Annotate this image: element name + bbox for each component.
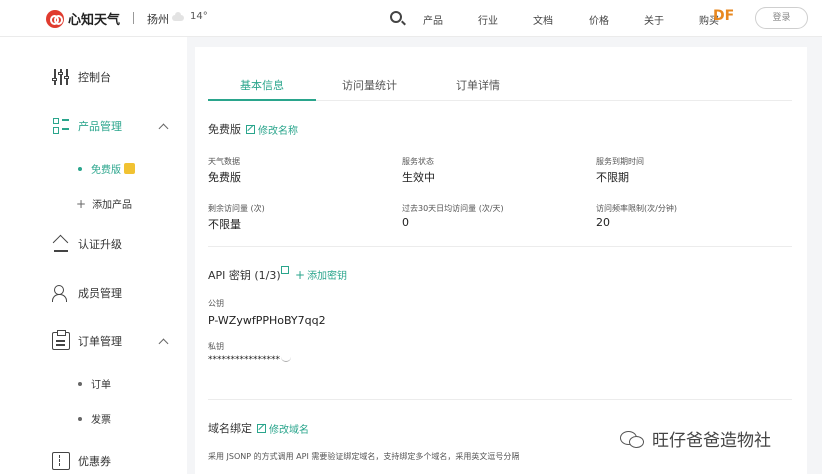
- login-button[interactable]: 登录: [755, 7, 808, 29]
- watermark-text: 旺仔爸爸造物社: [652, 431, 771, 451]
- chevron-up-icon[interactable]: [158, 338, 169, 349]
- bullet-dot: [78, 381, 82, 386]
- bullet-dot: [78, 416, 82, 421]
- sidebar-item-label: 成员管理: [78, 287, 122, 300]
- avg-daily-visits-label: 过去30天日均访问量 (次/天): [402, 204, 504, 213]
- active-tab-indicator: [208, 99, 316, 101]
- sidebar-item-member-management[interactable]: 成员管理: [52, 284, 122, 302]
- nav-products[interactable]: 产品: [423, 12, 443, 27]
- nav-docs[interactable]: 文档: [533, 12, 553, 27]
- private-key-value[interactable]: ****************: [208, 355, 280, 365]
- plus-icon: +: [295, 267, 306, 282]
- add-key-label: 添加密钥: [307, 271, 348, 282]
- section-divider: [208, 399, 792, 400]
- external-link-icon[interactable]: [281, 266, 289, 274]
- sidebar: 控制台 产品管理 免费版 + 添加产品 认证升级 成员管理 订单管理 订单 发票…: [0, 37, 187, 474]
- domain-binding-title: 域名绑定: [208, 422, 252, 435]
- sidebar-item-label: 优惠券: [78, 455, 111, 468]
- nav-pricing[interactable]: 价格: [589, 12, 609, 27]
- sidebar-item-free-plan[interactable]: 免费版: [78, 161, 135, 176]
- expiry-value: 不限期: [596, 171, 629, 184]
- public-key-label: 公钥: [208, 299, 224, 308]
- remaining-visits-label: 剩余访问量 (次): [208, 204, 265, 213]
- sidebar-item-label: 免费版: [91, 165, 121, 176]
- sidebar-item-label: 发票: [91, 415, 111, 426]
- edit-domain-link[interactable]: 修改域名: [257, 421, 309, 436]
- avg-daily-visits-value: 0: [402, 216, 409, 229]
- sidebar-item-product-management[interactable]: 产品管理: [52, 117, 122, 135]
- rename-link[interactable]: 修改名称: [246, 122, 298, 137]
- cloud-icon: [172, 12, 184, 21]
- city-name[interactable]: 扬州: [147, 11, 169, 27]
- nav-about[interactable]: 关于: [644, 12, 664, 27]
- add-key-link[interactable]: + 添加密钥: [295, 267, 348, 283]
- df-watermark-logo: DF: [713, 8, 735, 24]
- brand-logo[interactable]: 心知天气: [46, 9, 120, 28]
- remaining-visits-value: 不限量: [208, 218, 241, 231]
- sidebar-item-label: 订单管理: [78, 335, 122, 348]
- header-divider: [133, 12, 134, 24]
- expiry-label: 服务到期时间: [596, 157, 644, 166]
- logo-icon: [46, 9, 64, 28]
- tab-order-details[interactable]: 订单详情: [456, 77, 500, 93]
- bullet-dot: [78, 166, 82, 171]
- rename-link-label: 修改名称: [258, 126, 298, 137]
- temperature: 14°: [190, 11, 208, 22]
- sidebar-item-coupons[interactable]: 优惠券: [52, 452, 111, 470]
- edit-domain-label: 修改域名: [269, 425, 309, 436]
- sidebar-item-add-product[interactable]: + 添加产品: [76, 196, 133, 212]
- watermark: 旺仔爸爸造物社: [620, 426, 771, 451]
- sidebar-item-label: 添加产品: [92, 200, 133, 211]
- search-icon[interactable]: [390, 11, 402, 23]
- coupon-icon: [52, 452, 70, 470]
- sidebar-item-label: 控制台: [78, 71, 111, 84]
- sidebar-item-label: 认证升级: [78, 238, 122, 251]
- sidebar-item-order-management[interactable]: 订单管理: [52, 330, 122, 350]
- tab-visit-stats[interactable]: 访问量统计: [342, 77, 397, 93]
- rate-limit-label: 访问频率限制(次/分钟): [596, 204, 677, 213]
- upgrade-icon: [52, 235, 70, 253]
- brand-name: 心知天气: [68, 13, 121, 28]
- crown-icon: [124, 163, 135, 174]
- private-key-label: 私钥: [208, 342, 224, 351]
- weather-data-label: 天气数据: [208, 157, 240, 166]
- edit-icon: [246, 125, 255, 134]
- chevron-up-icon[interactable]: [158, 123, 169, 134]
- clipboard-icon: [52, 330, 70, 350]
- wechat-icon: [620, 429, 646, 449]
- sidebar-item-label: 订单: [91, 380, 111, 391]
- sidebar-item-dashboard[interactable]: 控制台: [52, 68, 111, 86]
- top-navbar: 心知天气 扬州 14° 产品 行业 文档 价格 关于 购买 DF 登录: [0, 0, 822, 37]
- sidebar-item-invoices[interactable]: 发票: [78, 411, 111, 426]
- main-panel: 基本信息 访问量统计 订单详情 免费版 修改名称 天气数据 免费版 服务状态 生…: [195, 47, 807, 474]
- weather-data-value: 免费版: [208, 171, 241, 184]
- service-status-label: 服务状态: [402, 157, 434, 166]
- sidebar-item-orders[interactable]: 订单: [78, 376, 111, 391]
- sliders-icon: [52, 68, 70, 86]
- plan-title: 免费版: [208, 123, 241, 136]
- users-icon: [52, 284, 70, 302]
- public-key-value[interactable]: P-WZywfPPHoBY7qq2: [208, 314, 326, 327]
- nav-industry[interactable]: 行业: [478, 12, 498, 27]
- edit-icon: [257, 424, 266, 433]
- service-status-value: 生效中: [402, 171, 435, 184]
- api-key-title: API 密钥 (1/3): [208, 269, 281, 282]
- sidebar-item-auth-upgrade[interactable]: 认证升级: [52, 235, 122, 253]
- section-divider: [208, 246, 792, 247]
- grid-icon: [52, 117, 70, 135]
- tab-basic-info[interactable]: 基本信息: [240, 77, 284, 93]
- plus-icon: +: [76, 196, 87, 211]
- rate-limit-value: 20: [596, 216, 610, 229]
- domain-note: 采用 JSONP 的方式调用 API 需要验证绑定域名，支持绑定多个域名，采用英…: [208, 452, 520, 461]
- eye-icon[interactable]: [281, 356, 291, 362]
- sidebar-item-label: 产品管理: [78, 120, 122, 133]
